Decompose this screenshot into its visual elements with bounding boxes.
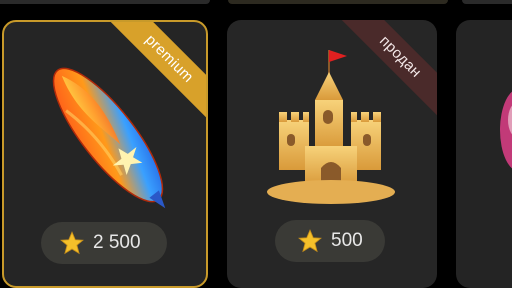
previous-row-card-edge <box>0 0 210 4</box>
sand-castle-icon <box>265 46 397 206</box>
star-icon <box>298 229 322 253</box>
price-amount: 500 <box>331 230 363 251</box>
price-button[interactable]: 500 <box>275 220 385 262</box>
price-button[interactable]: 2 500 <box>41 222 167 264</box>
star-icon <box>60 231 84 255</box>
shop-card-sand-castle[interactable]: продан 500 <box>227 20 437 288</box>
surfboard-icon <box>28 50 188 220</box>
shop-card-surfboard[interactable]: premium 2 500 <box>2 20 208 288</box>
previous-row-card-edge <box>462 0 512 4</box>
price-amount: 2 500 <box>93 232 141 253</box>
item-preview-icon <box>496 80 512 180</box>
shop-card-partial[interactable] <box>456 20 512 288</box>
previous-row-card-edge <box>228 0 448 4</box>
